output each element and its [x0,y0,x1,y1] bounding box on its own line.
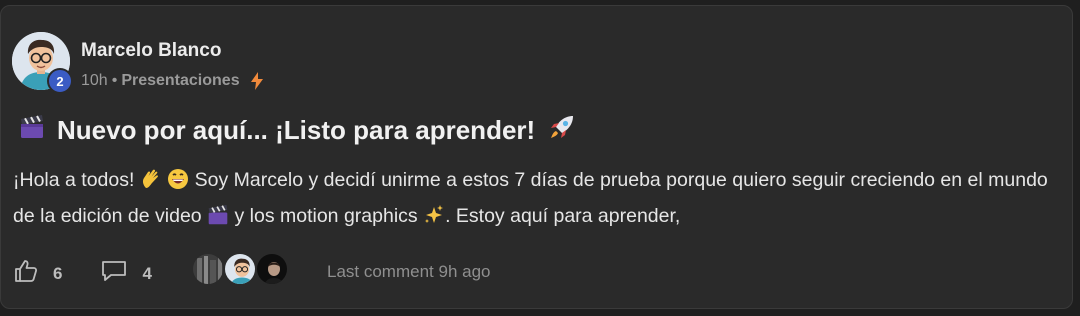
commenter-avatar-2[interactable] [223,252,257,286]
commenter-avatars[interactable] [191,252,289,286]
author-avatar-wrap[interactable]: 2 [12,32,73,94]
rocket-icon [547,112,577,149]
post-card[interactable]: 2 Marcelo Blanco 10h • Presentaciones Nu… [0,5,1073,309]
lightning-bolt-icon [250,72,264,90]
level-badge: 2 [47,68,73,94]
sparkles-icon [423,204,445,236]
post-time: 10h [81,72,108,89]
comment-bubble-icon[interactable] [100,258,128,289]
body-text-1: ¡Hola a todos! [13,169,140,191]
thumbs-up-icon[interactable] [13,258,39,289]
meta-separator: • [111,72,118,89]
like-count: 6 [53,263,63,283]
commenter-avatar-1[interactable] [191,252,225,286]
post-body[interactable]: ¡Hola a todos! Soy Marcelo y decidí unir… [13,164,1053,236]
comment-button[interactable]: 4 [100,258,152,289]
comment-count: 4 [142,263,152,283]
body-text-4: . Estoy aquí para aprender, [445,205,681,227]
post-meta: 10h • Presentaciones [81,72,264,90]
commenter-avatar-3[interactable] [255,252,289,286]
author-name[interactable]: Marcelo Blanco [81,40,221,62]
post-category[interactable]: Presentaciones [121,72,239,90]
waving-hand-icon [140,168,162,200]
post-title-row[interactable]: Nuevo por aquí... ¡Listo para aprender! [19,112,577,149]
grinning-face-icon [167,168,189,200]
post-stats: 6 4 [13,258,152,289]
last-comment-time[interactable]: Last comment 9h ago [327,262,490,282]
like-button[interactable]: 6 [13,258,62,289]
clapper-board-icon [207,204,229,236]
body-text-3: y los motion graphics [229,205,424,227]
clapper-board-icon [19,114,45,147]
post-title[interactable]: Nuevo por aquí... ¡Listo para aprender! [57,115,535,146]
